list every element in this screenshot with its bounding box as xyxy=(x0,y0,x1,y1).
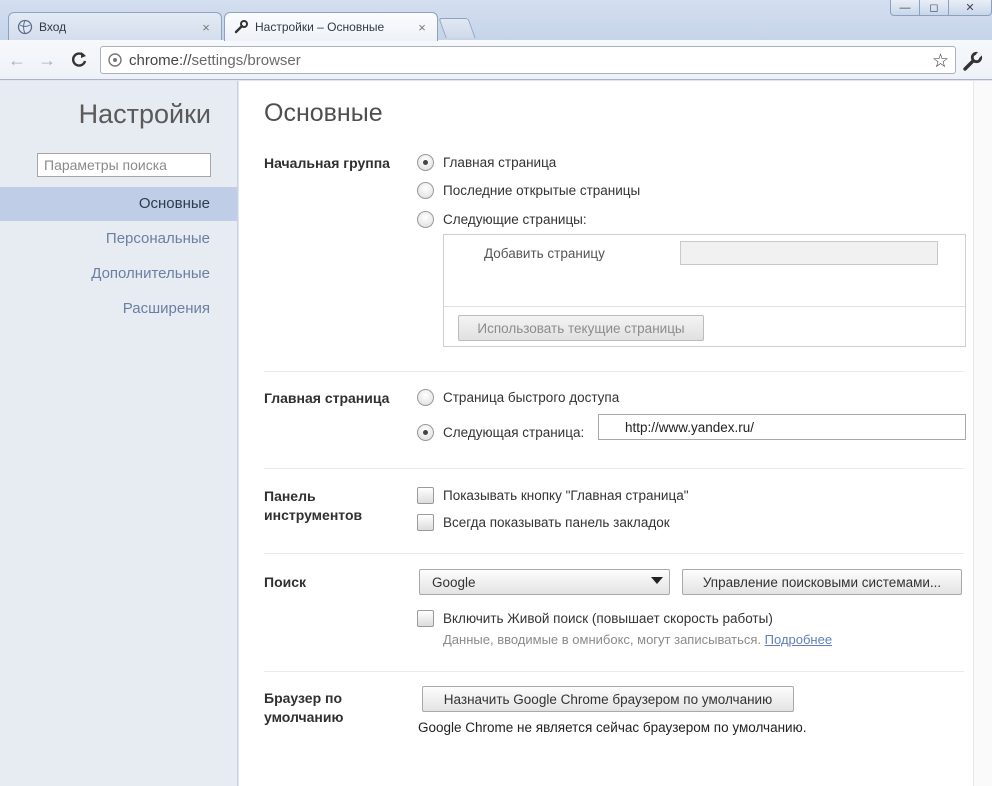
dropdown-arrow-icon xyxy=(651,577,663,584)
back-arrow-icon[interactable]: ← xyxy=(6,50,28,70)
use-current-pages-button[interactable]: Использовать текущие страницы xyxy=(458,315,704,341)
label-line: Панель xyxy=(264,488,316,504)
tab-login[interactable]: Вход × xyxy=(8,12,222,41)
globe-icon xyxy=(17,19,33,35)
default-browser-label: Браузер по умолчанию xyxy=(264,689,343,727)
sidebar-item-extensions[interactable]: Расширения xyxy=(0,292,237,326)
divider xyxy=(444,306,965,307)
checkbox[interactable] xyxy=(417,610,434,627)
manage-search-engines-button[interactable]: Управление поисковыми системами... xyxy=(682,569,962,595)
wrench-icon xyxy=(233,19,249,35)
settings-main: Основные Начальная группа Главная страни… xyxy=(239,81,973,786)
tab-settings[interactable]: Настройки – Основные × xyxy=(224,12,438,41)
search-engine-select[interactable]: Google xyxy=(419,569,670,595)
startup-option-homepage[interactable]: Главная страница xyxy=(417,154,556,171)
settings-sidebar: Настройки Основные Персональные Дополнит… xyxy=(0,81,238,786)
instant-search-option[interactable]: Включить Живой поиск (повышает скорость … xyxy=(417,610,773,627)
radio-button[interactable] xyxy=(417,389,434,406)
close-tab-icon[interactable]: × xyxy=(199,20,213,35)
new-tab-button[interactable] xyxy=(438,18,476,38)
wrench-menu-icon[interactable] xyxy=(962,50,984,72)
option-label: Всегда показывать панель закладок xyxy=(443,515,670,530)
url-path: settings/browser xyxy=(191,51,301,69)
radio-button[interactable] xyxy=(417,211,434,228)
address-bar[interactable]: chrome://settings/browser ☆ xyxy=(100,46,956,74)
browser-toolbar: ← → chrome://settings/browser ☆ xyxy=(0,40,992,80)
option-label: Последние открытые страницы xyxy=(443,183,641,198)
title-bar: Вход × Настройки – Основные × — ◻ ✕ xyxy=(0,0,992,41)
close-tab-icon[interactable]: × xyxy=(415,20,429,35)
startup-option-last-session[interactable]: Последние открытые страницы xyxy=(417,182,640,199)
sidebar-item-personal[interactable]: Персональные xyxy=(0,222,237,256)
startup-label: Начальная группа xyxy=(264,155,390,171)
radio-button[interactable] xyxy=(417,182,434,199)
option-label: Следующие страницы: xyxy=(443,212,587,227)
radio-button[interactable] xyxy=(417,424,434,441)
divider xyxy=(264,371,964,372)
page-title: Основные xyxy=(264,99,383,127)
settings-search-input[interactable] xyxy=(37,153,211,177)
default-browser-status: Google Chrome не является сейчас браузер… xyxy=(418,720,807,735)
divider xyxy=(264,468,964,469)
startup-option-pages[interactable]: Следующие страницы: xyxy=(417,211,587,228)
option-label: Следующая страница: xyxy=(443,425,585,440)
radio-button[interactable] xyxy=(417,154,434,171)
learn-more-link[interactable]: Подробнее xyxy=(765,632,832,647)
option-label: Показывать кнопку "Главная страница" xyxy=(443,488,689,503)
sidebar-title: Настройки xyxy=(78,99,211,129)
homepage-label: Главная страница xyxy=(264,390,390,406)
divider xyxy=(264,553,964,554)
option-label: Страница быстрого доступа xyxy=(443,390,620,405)
reload-icon[interactable] xyxy=(68,50,90,70)
sidebar-item-basics[interactable]: Основные xyxy=(0,187,237,221)
minimize-button[interactable]: — xyxy=(890,0,920,16)
make-default-browser-button[interactable]: Назначить Google Chrome браузером по умо… xyxy=(422,686,794,712)
hint-text: Данные, вводимые в омнибокс, могут запис… xyxy=(443,632,762,647)
homepage-option-newtab[interactable]: Страница быстрого доступа xyxy=(417,389,619,406)
url-scheme: chrome:// xyxy=(129,51,192,69)
instant-search-hint: Данные, вводимые в омнибокс, могут запис… xyxy=(443,632,832,647)
forward-arrow-icon[interactable]: → xyxy=(36,50,58,70)
checkbox[interactable] xyxy=(417,487,434,504)
tab-title: Вход xyxy=(39,20,67,34)
page-icon xyxy=(107,52,123,68)
toolbar-section-label: Панель инструментов xyxy=(264,487,362,525)
selected-engine: Google xyxy=(432,574,476,590)
label-line: инструментов xyxy=(264,507,363,523)
url-text: chrome://settings/browser xyxy=(129,52,301,69)
label-line: Браузер по xyxy=(264,690,343,706)
add-page-label: Добавить страницу xyxy=(484,246,605,261)
tab-title: Настройки – Основные xyxy=(255,20,385,34)
option-label: Включить Живой поиск (повышает скорость … xyxy=(443,611,773,626)
maximize-button[interactable]: ◻ xyxy=(919,0,949,16)
add-page-input[interactable] xyxy=(680,241,938,265)
label-line: умолчанию xyxy=(264,709,344,725)
close-window-button[interactable]: ✕ xyxy=(948,0,992,16)
sidebar-item-advanced[interactable]: Дополнительные xyxy=(0,257,237,291)
startup-pages-list: Добавить страницу Использовать текущие с… xyxy=(443,234,966,347)
scrollbar[interactable] xyxy=(973,81,992,786)
homepage-option-url[interactable]: Следующая страница: xyxy=(417,424,584,441)
option-label: Главная страница xyxy=(443,155,557,170)
show-bookmarks-bar-option[interactable]: Всегда показывать панель закладок xyxy=(417,514,670,531)
homepage-url-input[interactable]: http://www.yandex.ru/ xyxy=(598,414,966,440)
bookmark-star-icon[interactable]: ☆ xyxy=(932,50,949,73)
divider xyxy=(264,671,964,672)
search-label: Поиск xyxy=(264,574,307,590)
checkbox[interactable] xyxy=(417,514,434,531)
show-home-button-option[interactable]: Показывать кнопку "Главная страница" xyxy=(417,487,689,504)
